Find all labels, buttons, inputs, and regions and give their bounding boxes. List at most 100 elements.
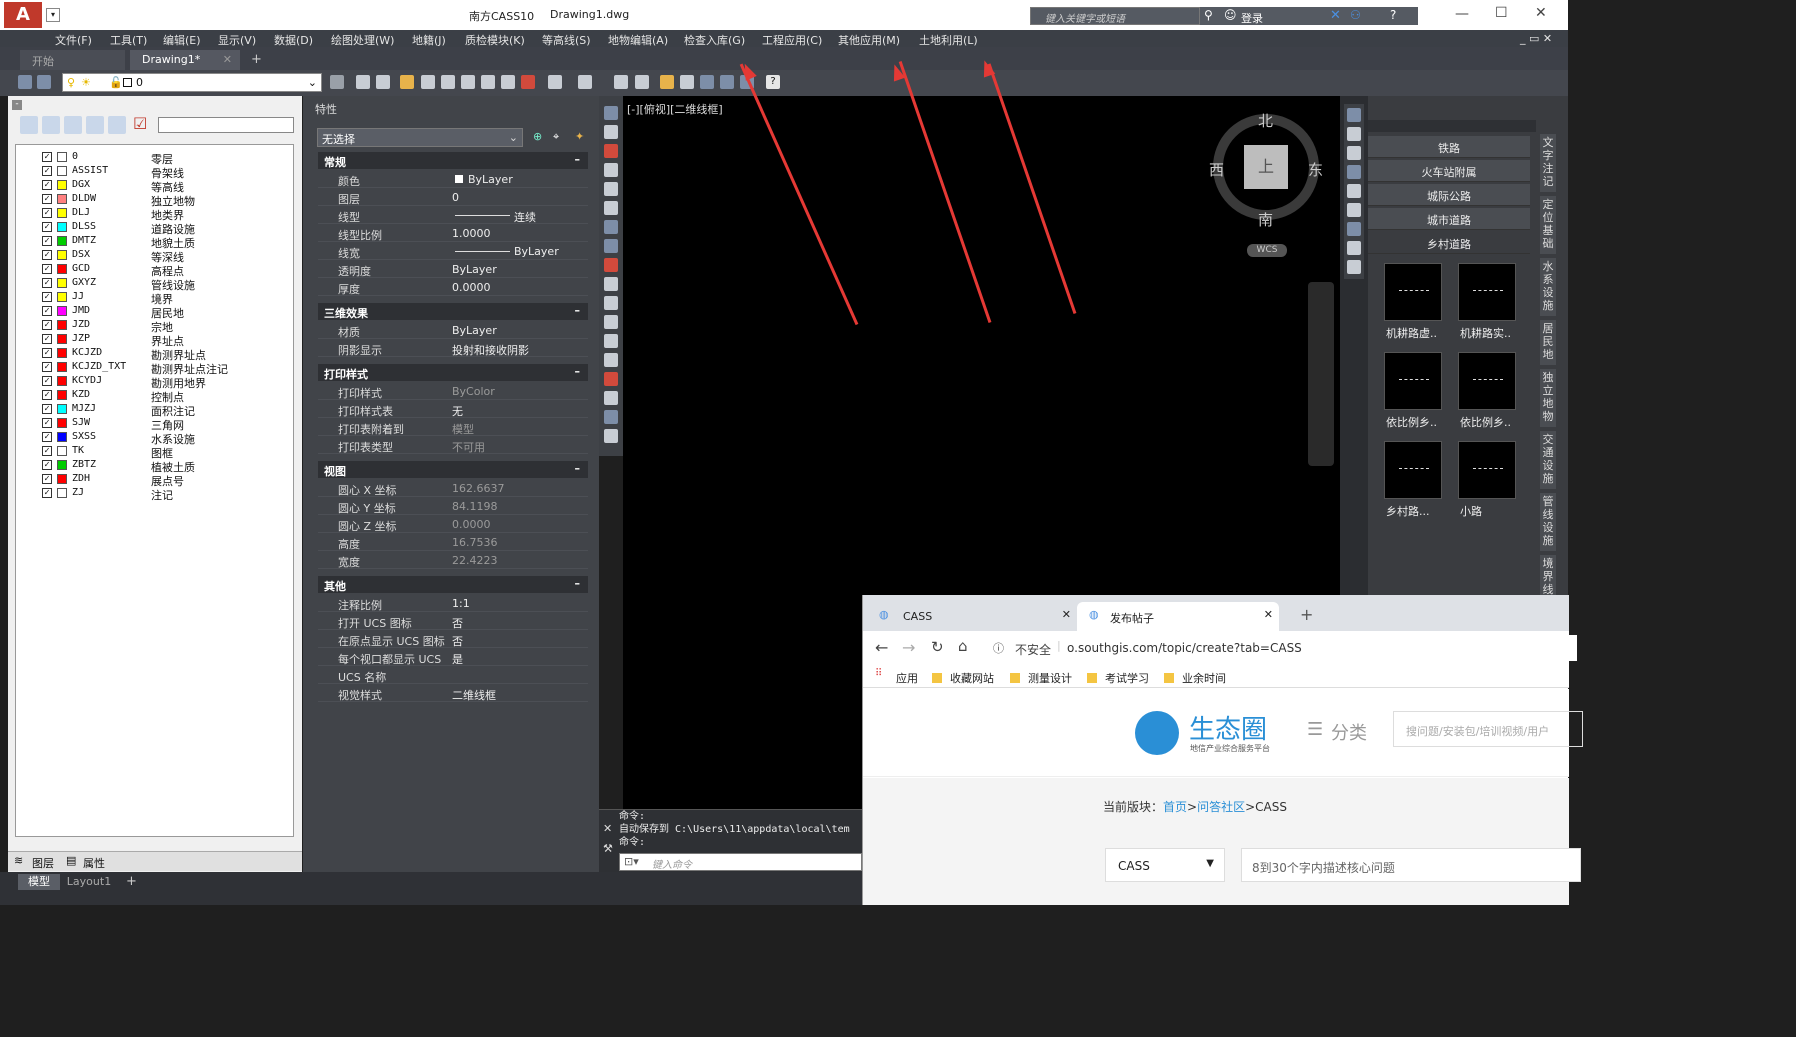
layer-visible-checkbox[interactable]: ✓	[42, 306, 52, 316]
draw-tool-icon[interactable]	[604, 429, 618, 443]
property-value[interactable]: ByLayer	[452, 263, 497, 276]
viewcube-face[interactable]: 上	[1244, 145, 1288, 189]
layer-row[interactable]: ✓ ASSIST 骨架线	[32, 165, 282, 180]
layer-color-swatch[interactable]	[57, 194, 67, 204]
pickadd-icon[interactable]: ✦	[575, 130, 584, 143]
tab-close-icon[interactable]: ✕	[1264, 608, 1273, 621]
close-icon[interactable]: ✕	[603, 822, 612, 835]
layer-visible-checkbox[interactable]: ✓	[42, 222, 52, 232]
edit-tool-icon[interactable]	[1347, 108, 1361, 122]
bookmark-apps[interactable]: 应用	[896, 670, 918, 686]
zoom-prev-icon[interactable]	[501, 75, 515, 89]
layer-visible-checkbox[interactable]: ✓	[42, 362, 52, 372]
layer-visible-checkbox[interactable]: ✓	[42, 264, 52, 274]
menu-item[interactable]: 显示(V)	[218, 32, 256, 48]
layer-color-swatch[interactable]	[57, 390, 67, 400]
back-icon[interactable]: ←	[875, 638, 888, 657]
vertical-tab[interactable]: 境界线	[1540, 555, 1556, 600]
collapse-icon[interactable]: –	[575, 153, 581, 166]
apps-icon[interactable]: ⠿	[875, 668, 882, 679]
property-value[interactable]: 模型	[452, 421, 474, 437]
draw-tool-icon[interactable]	[604, 277, 618, 291]
draw-tool-icon[interactable]	[604, 125, 618, 139]
property-row[interactable]: 每个视口都显示 UCS 是	[318, 649, 588, 666]
site-logo[interactable]: 生态圈	[1189, 709, 1267, 746]
draw-tool-icon[interactable]	[604, 106, 618, 120]
layer-visible-checkbox[interactable]: ✓	[42, 376, 52, 386]
draw-tool-icon[interactable]	[604, 182, 618, 196]
layer-row[interactable]: ✓ DGX 等高线	[32, 179, 282, 194]
property-value[interactable]: 是	[452, 651, 463, 667]
draw-tool-icon[interactable]	[604, 353, 618, 367]
layer-visible-checkbox[interactable]: ✓	[42, 418, 52, 428]
layer-row[interactable]: ✓ JZP 界址点	[32, 333, 282, 348]
menu-item[interactable]: 质检模块(K)	[465, 32, 525, 48]
property-value[interactable]: 无	[452, 403, 463, 419]
vertical-tab[interactable]: 交通设施	[1540, 431, 1556, 489]
property-section[interactable]: 常规 –	[318, 152, 588, 169]
draw-tool-icon[interactable]	[604, 391, 618, 405]
tab-layers[interactable]: 图层	[32, 855, 54, 871]
vertical-tab[interactable]: 定位基础	[1540, 196, 1556, 254]
property-row[interactable]: 颜色 ByLayer	[318, 171, 588, 188]
layer-visible-checkbox[interactable]: ✓	[42, 152, 52, 162]
category-button[interactable]: 乡村道路	[1368, 232, 1530, 254]
property-row[interactable]: 视觉样式 二维线框	[318, 685, 588, 702]
symbol-tile[interactable]	[1458, 352, 1516, 410]
layer-color-swatch[interactable]	[57, 320, 67, 330]
layer-row[interactable]: ✓ TK 图框	[32, 445, 282, 460]
binoculars-icon[interactable]: ⚲	[1204, 8, 1213, 22]
user-icon[interactable]: ☺	[1224, 8, 1237, 22]
trim-icon[interactable]	[720, 75, 734, 89]
layer-tool-icon[interactable]	[64, 116, 82, 134]
layer-visible-checkbox[interactable]: ✓	[42, 278, 52, 288]
property-row[interactable]: 圆心 Y 坐标 84.1198	[318, 498, 588, 515]
menu-item[interactable]: 地籍(J)	[412, 32, 446, 48]
property-row[interactable]: 打开 UCS 图标 否	[318, 613, 588, 630]
property-value[interactable]: 162.6637	[452, 482, 505, 495]
layer-tool-icon[interactable]	[108, 116, 126, 134]
compass-south[interactable]: 南	[1258, 209, 1273, 230]
compass-north[interactable]: 北	[1258, 110, 1273, 131]
zoom-icon[interactable]	[441, 75, 455, 89]
props-tab-icon[interactable]: ▤	[66, 854, 76, 867]
property-value[interactable]: ByLayer	[452, 324, 497, 337]
save-icon[interactable]	[376, 75, 390, 89]
property-row[interactable]: 圆心 Z 坐标 0.0000	[318, 516, 588, 533]
command-input[interactable]: ⊡▾ 键入命令	[619, 853, 862, 871]
layer-tool-icon[interactable]	[86, 116, 104, 134]
wcs-button[interactable]: WCS	[1247, 244, 1287, 257]
property-section[interactable]: 视图 –	[318, 461, 588, 478]
symbol-tile[interactable]	[1384, 441, 1442, 499]
copy-icon[interactable]	[700, 75, 714, 89]
property-value[interactable]: 二维线框	[452, 687, 496, 703]
title-input[interactable]: 8到30个字内描述核心问题	[1241, 848, 1581, 882]
category-link[interactable]: 分类	[1331, 719, 1367, 745]
layer-row[interactable]: ✓ GXYZ 管线设施	[32, 277, 282, 292]
vertical-tab[interactable]: 居民地	[1540, 320, 1556, 365]
add-layout-button[interactable]: +	[126, 874, 137, 889]
layer-row[interactable]: ✓ KCJZD 勘测界址点	[32, 347, 282, 362]
property-row[interactable]: 材质 ByLayer	[318, 322, 588, 339]
layer-visible-checkbox[interactable]: ✓	[42, 348, 52, 358]
browser-tab[interactable]: ◍ CASS ✕	[867, 602, 1075, 631]
minimize-icon[interactable]: —	[1455, 6, 1469, 22]
help-icon[interactable]: ?	[1390, 8, 1396, 22]
property-value[interactable]: 84.1198	[452, 500, 498, 513]
menu-item[interactable]: 工具(T)	[110, 32, 147, 48]
site-logo-icon[interactable]	[1135, 711, 1179, 755]
layer-row[interactable]: ✓ DLSS 道路设施	[32, 221, 282, 236]
collapse-icon[interactable]: -	[12, 100, 22, 110]
close-icon[interactable]: ✕	[1535, 5, 1547, 21]
open-icon[interactable]	[356, 75, 370, 89]
layer-row[interactable]: ✓ 0 零层	[32, 151, 282, 166]
property-value[interactable]: 16.7536	[452, 536, 498, 549]
table-icon[interactable]	[635, 75, 649, 89]
property-row[interactable]: 阴影显示 投射和接收阴影	[318, 340, 588, 357]
menu-icon[interactable]: ☰	[1307, 719, 1323, 740]
edit-tool-icon[interactable]	[1347, 241, 1361, 255]
site-search-input[interactable]: 搜问题/安装包/培训视频/用户	[1393, 711, 1583, 747]
property-value[interactable]: 否	[452, 615, 463, 631]
maximize-icon[interactable]: ☐	[1495, 5, 1508, 21]
menu-item[interactable]: 绘图处理(W)	[331, 32, 394, 48]
